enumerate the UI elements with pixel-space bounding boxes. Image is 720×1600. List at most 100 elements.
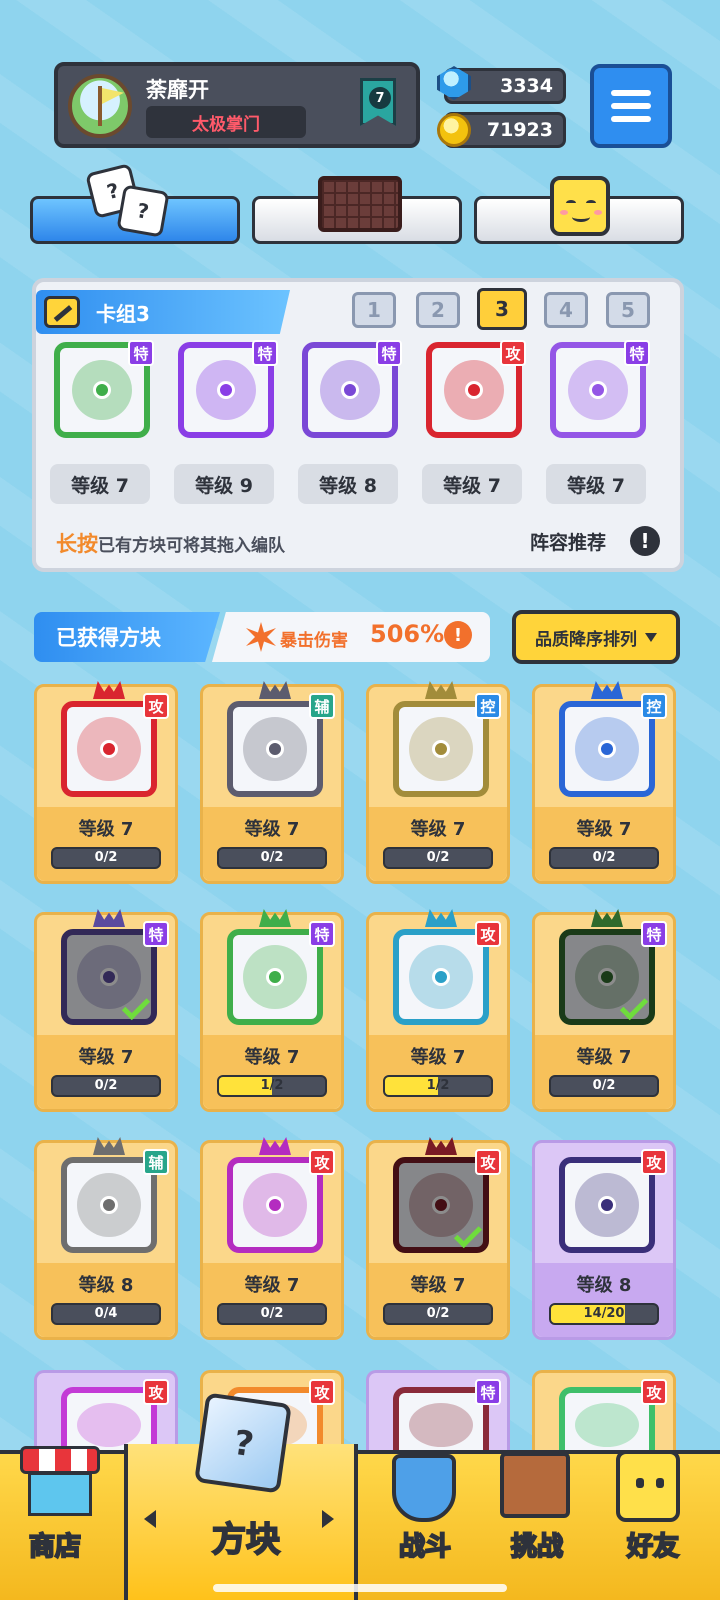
crit-info-icon[interactable]: ! [444, 621, 472, 649]
dragon-horns-icon [425, 909, 457, 927]
dice-type-tag: 特 [128, 340, 154, 366]
drag-hint: 长按已有方块可将其拖入编队 [56, 528, 285, 558]
hint-highlight: 长按 [56, 532, 98, 556]
progress-text: 0/2 [592, 1078, 616, 1093]
upgrade-progress-bar: 0/2 [51, 1075, 161, 1097]
dice-type-tag: 攻 [641, 1379, 667, 1405]
dice-type-tag: 特 [376, 340, 402, 366]
collection-dice-card[interactable]: 攻 [532, 1370, 676, 1457]
upgrade-progress-bar: 1/2 [383, 1075, 493, 1097]
dragon-horns-icon [425, 1137, 457, 1155]
collection-dice-card[interactable]: 辅等级 8 0/4 [34, 1137, 178, 1340]
collection-dice-card[interactable]: 特等级 7 0/2 [34, 909, 178, 1112]
smiley-eye [566, 200, 576, 206]
dice-pip [341, 381, 359, 399]
dice-level: 等级 7 [244, 1275, 300, 1296]
collection-dice-card[interactable]: 控等级 7 0/2 [532, 681, 676, 884]
dice-pip [432, 740, 450, 758]
flag-pole [98, 86, 102, 126]
dice-type-tag: 攻 [475, 921, 501, 947]
collection-dice-card[interactable]: 攻等级 7 0/2 [34, 681, 178, 884]
upgrade-progress-bar: 0/2 [383, 1303, 493, 1325]
arrow-left-icon[interactable] [144, 1510, 156, 1528]
nav-battle[interactable]: 战斗 [370, 1526, 480, 1563]
info-icon[interactable]: ! [630, 526, 660, 556]
smiley-cheek [594, 210, 602, 215]
dice-pip [100, 740, 118, 758]
menu-button[interactable] [590, 64, 672, 148]
shield-sword-icon[interactable] [392, 1454, 456, 1522]
dice-pip [589, 381, 607, 399]
dice-type-tag: 控 [475, 693, 501, 719]
upgrade-progress-bar: 0/2 [549, 847, 659, 869]
dragon-horns-icon [259, 909, 291, 927]
progress-text: 0/2 [260, 850, 284, 865]
dragon-horns-icon [93, 1137, 125, 1155]
collection-dice-card[interactable]: 攻等级 7 0/2 [366, 1137, 510, 1340]
deck-name: 卡组3 [96, 302, 150, 326]
dice-pattern [409, 1403, 473, 1447]
pencil-icon[interactable] [44, 296, 80, 328]
coin-icon [437, 113, 471, 147]
dice-level: 等级 7 [410, 819, 466, 840]
board-icon [318, 176, 402, 232]
smiley-eye [586, 200, 596, 206]
dice-type-tag: 攻 [641, 1149, 667, 1175]
hint-text: 已有方块可将其拖入编队 [98, 536, 285, 556]
dice-level: 等级 7 [244, 819, 300, 840]
deck-slot-5[interactable]: 5 [606, 292, 650, 328]
dice-type-tag: 攻 [143, 1379, 169, 1405]
dice-pattern [77, 1403, 141, 1447]
hamburger-icon [611, 90, 651, 96]
collection-dice-card[interactable]: 特 [366, 1370, 510, 1457]
upgrade-progress-bar: 0/4 [51, 1303, 161, 1325]
lineup-recommend-button[interactable]: 阵容推荐 [530, 528, 606, 555]
sort-dropdown[interactable]: 品质降序排列 [512, 610, 680, 664]
hamburger-line [611, 103, 651, 109]
collection-dice-card[interactable]: 攻等级 8 14/20 [532, 1140, 676, 1340]
shop-icon[interactable] [20, 1446, 100, 1520]
owned-dice-title: 已获得方块 [34, 612, 220, 662]
sort-label: 品质降序排列 [535, 629, 637, 650]
nav-friends[interactable]: 好友 [598, 1526, 708, 1563]
deck-slot-4[interactable]: 4 [544, 292, 588, 328]
dice-type-tag: 特 [475, 1379, 501, 1405]
nav-shop[interactable]: 商店 [0, 1526, 110, 1563]
dice-level: 等级 7 [410, 1275, 466, 1296]
collection-dice-card[interactable]: 攻等级 7 1/2 [366, 909, 510, 1112]
progress-text: 0/2 [592, 850, 616, 865]
dice-pip [266, 740, 284, 758]
signboard-icon[interactable] [500, 1452, 570, 1518]
dice-type-tag: 特 [252, 340, 278, 366]
crit-damage-label: 暴击伤害 [280, 631, 348, 651]
dice-type-tag: 辅 [143, 1149, 169, 1175]
collection-dice-card[interactable]: 辅等级 7 0/2 [200, 681, 344, 884]
collection-dice-card[interactable]: 攻等级 7 0/2 [200, 1137, 344, 1340]
progress-text: 0/2 [426, 1306, 450, 1321]
collection-dice-card[interactable]: 攻 [34, 1370, 178, 1457]
dice-type-tag: 特 [641, 921, 667, 947]
dice-type-tag: 特 [143, 921, 169, 947]
rank-ribbon-icon[interactable]: 7 [360, 78, 396, 126]
progress-text: 1/2 [260, 1078, 284, 1093]
player-avatar[interactable] [68, 74, 132, 138]
dice-level: 等级 8 [576, 1275, 632, 1296]
friend-character-icon[interactable] [616, 1450, 680, 1522]
dice-pip [465, 381, 483, 399]
progress-text: 1/2 [426, 1078, 450, 1093]
home-indicator[interactable] [213, 1584, 507, 1592]
collection-dice-card[interactable]: 特等级 7 1/2 [200, 909, 344, 1112]
deck-slot-2[interactable]: 2 [416, 292, 460, 328]
deck-slot-3[interactable]: 3 [477, 288, 527, 330]
dice-pip [100, 968, 118, 986]
player-profile-card[interactable]: 荼靡开 太极掌门 7 [54, 62, 420, 148]
collection-dice-card[interactable]: 控等级 7 0/2 [366, 681, 510, 884]
collection-dice-card[interactable]: 特等级 7 0/2 [532, 909, 676, 1112]
progress-text: 0/2 [94, 1078, 118, 1093]
nav-dice[interactable]: 方块 [166, 1512, 326, 1561]
nav-challenge[interactable]: 挑战 [482, 1526, 592, 1563]
deck-dice-level: 等级 7 [546, 464, 646, 504]
dice-type-tag: 攻 [475, 1149, 501, 1175]
dice-cube-icon[interactable] [194, 1392, 292, 1494]
deck-slot-1[interactable]: 1 [352, 292, 396, 328]
